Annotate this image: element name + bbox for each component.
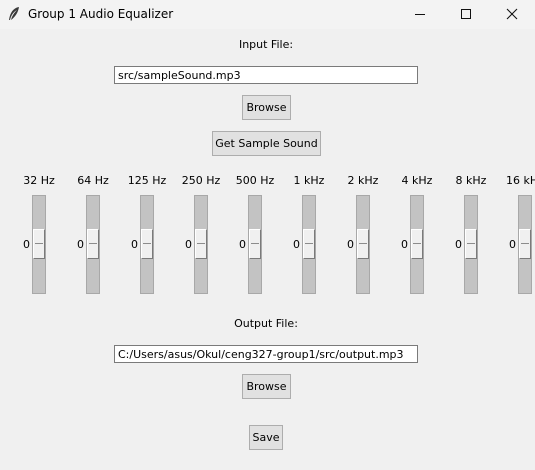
eq-slider-thumb[interactable] xyxy=(465,229,477,259)
eq-slider-trough[interactable] xyxy=(86,195,100,294)
eq-band-label: 8 kHz xyxy=(455,174,487,187)
eq-slider-trough[interactable] xyxy=(140,195,154,294)
save-button[interactable]: Save xyxy=(249,425,283,450)
eq-slider-thumb[interactable] xyxy=(195,229,207,259)
eq-band-label: 2 kHz xyxy=(347,174,379,187)
eq-band-label: 250 Hz xyxy=(181,174,221,187)
output-file-label: Output File: xyxy=(234,317,298,330)
eq-band-value: 0 xyxy=(509,238,516,251)
maximize-icon xyxy=(461,9,471,19)
eq-band-value: 0 xyxy=(239,238,246,251)
eq-band-label: 4 kHz xyxy=(401,174,433,187)
eq-slider-trough[interactable] xyxy=(356,195,370,294)
eq-slider-thumb[interactable] xyxy=(357,229,369,259)
close-button[interactable] xyxy=(489,0,535,29)
eq-band-125hz: 125 Hz 0 xyxy=(124,174,170,298)
eq-band-500hz: 500 Hz 0 xyxy=(232,174,278,298)
output-file-field[interactable] xyxy=(114,345,418,363)
eq-band-label: 500 Hz xyxy=(235,174,275,187)
window-title: Group 1 Audio Equalizer xyxy=(28,7,174,21)
eq-slider-trough[interactable] xyxy=(32,195,46,294)
eq-slider-trough[interactable] xyxy=(518,195,532,294)
eq-slider-trough[interactable] xyxy=(410,195,424,294)
input-browse-button[interactable]: Browse xyxy=(242,95,291,120)
maximize-button[interactable] xyxy=(443,0,489,29)
input-file-field[interactable] xyxy=(114,66,418,84)
eq-slider-thumb[interactable] xyxy=(249,229,261,259)
eq-band-1khz: 1 kHz 0 xyxy=(286,174,332,298)
output-browse-button[interactable]: Browse xyxy=(242,374,291,399)
eq-band-label: 64 Hz xyxy=(77,174,109,187)
get-sample-sound-button[interactable]: Get Sample Sound xyxy=(212,131,321,156)
eq-slider-thumb[interactable] xyxy=(87,229,99,259)
eq-slider-thumb[interactable] xyxy=(519,229,531,259)
feather-icon xyxy=(7,6,21,22)
eq-band-4khz: 4 kHz 0 xyxy=(394,174,440,298)
eq-band-label: 16 kHz xyxy=(506,174,535,187)
eq-slider-trough[interactable] xyxy=(248,195,262,294)
eq-band-value: 0 xyxy=(185,238,192,251)
eq-band-8khz: 8 kHz 0 xyxy=(448,174,494,298)
eq-slider-trough[interactable] xyxy=(464,195,478,294)
close-icon xyxy=(506,8,518,20)
title-bar[interactable]: Group 1 Audio Equalizer xyxy=(0,0,535,29)
eq-slider-thumb[interactable] xyxy=(33,229,45,259)
eq-band-2khz: 2 kHz 0 xyxy=(340,174,386,298)
eq-band-value: 0 xyxy=(347,238,354,251)
eq-band-label: 32 Hz xyxy=(23,174,55,187)
eq-band-value: 0 xyxy=(293,238,300,251)
eq-band-label: 1 kHz xyxy=(293,174,325,187)
eq-band-16khz: 16 kHz 0 xyxy=(502,174,535,298)
minimize-icon xyxy=(415,14,425,15)
eq-band-32hz: 32 Hz 0 xyxy=(16,174,62,298)
eq-band-value: 0 xyxy=(401,238,408,251)
eq-band-value: 0 xyxy=(77,238,84,251)
eq-slider-thumb[interactable] xyxy=(141,229,153,259)
eq-slider-trough[interactable] xyxy=(302,195,316,294)
eq-band-label: 125 Hz xyxy=(127,174,167,187)
eq-slider-trough[interactable] xyxy=(194,195,208,294)
eq-slider-thumb[interactable] xyxy=(411,229,423,259)
eq-band-value: 0 xyxy=(23,238,30,251)
minimize-button[interactable] xyxy=(397,0,443,29)
input-file-label: Input File: xyxy=(238,38,294,51)
eq-band-value: 0 xyxy=(131,238,138,251)
eq-band-250hz: 250 Hz 0 xyxy=(178,174,224,298)
eq-band-64hz: 64 Hz 0 xyxy=(70,174,116,298)
eq-band-value: 0 xyxy=(455,238,462,251)
eq-slider-thumb[interactable] xyxy=(303,229,315,259)
